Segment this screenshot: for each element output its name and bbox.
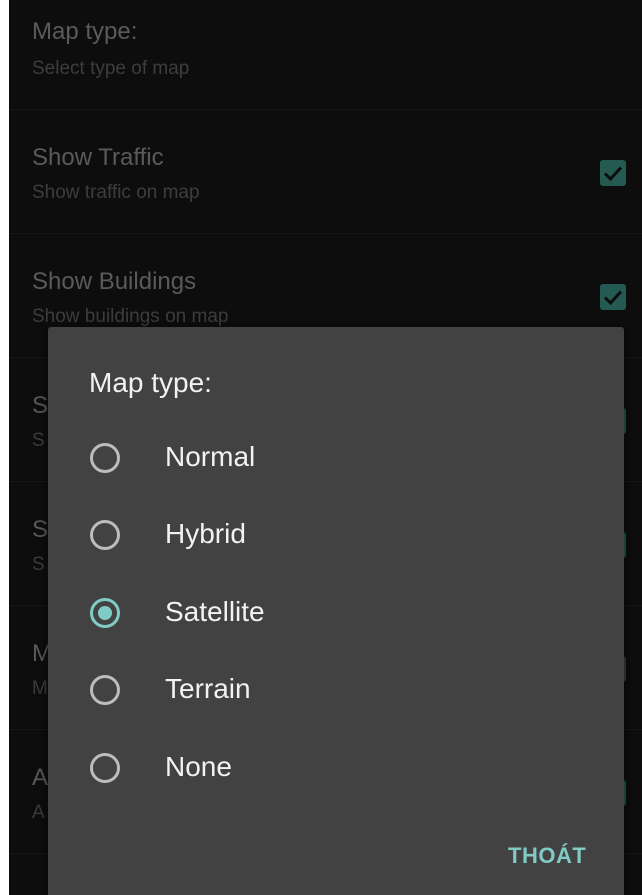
option-normal[interactable]: Normal [48,423,624,493]
dismiss-button[interactable]: THOÁT [508,843,586,869]
dialog-title: Map type: [89,367,212,398]
option-label: Terrain [165,673,251,704]
radio-unchecked-icon[interactable] [90,753,120,783]
option-label: Hybrid [165,518,246,549]
settings-screen: Map type: Select type of map Show Traffi… [9,0,642,895]
map-type-dialog: Map type: Normal Hybrid Satellite Terrai… [48,327,624,895]
option-none[interactable]: None [48,733,624,803]
radio-checked-icon[interactable] [90,598,120,628]
option-hybrid[interactable]: Hybrid [48,500,624,570]
option-label: None [165,751,232,782]
radio-unchecked-icon[interactable] [90,675,120,705]
option-terrain[interactable]: Terrain [48,655,624,725]
radio-unchecked-icon[interactable] [90,443,120,473]
option-satellite[interactable]: Satellite [48,578,624,648]
radio-unchecked-icon[interactable] [90,520,120,550]
option-label: Normal [165,441,256,472]
option-label: Satellite [165,596,265,627]
